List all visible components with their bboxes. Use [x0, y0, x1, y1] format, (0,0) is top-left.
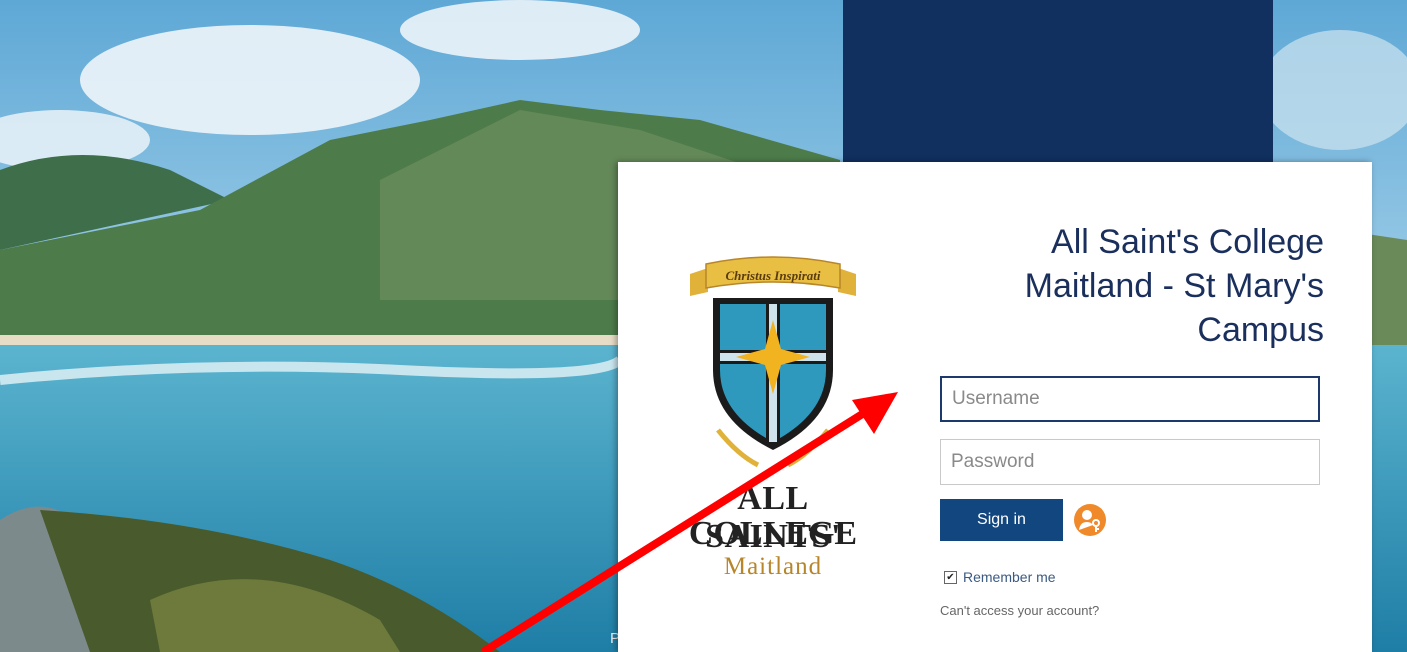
- college-logo: Christus Inspirati ALL SAINTS' COLLEGE M…: [678, 250, 868, 610]
- logo-line-2: COLLEGE: [688, 515, 858, 552]
- cant-access-link[interactable]: Can't access your account?: [940, 603, 1099, 618]
- password-input[interactable]: [940, 439, 1320, 485]
- username-input[interactable]: [940, 376, 1320, 422]
- logo-line-3: Maitland: [723, 553, 823, 580]
- college-title: All Saint's College Maitland - St Mary's…: [904, 220, 1324, 352]
- remember-me-label: Remember me: [963, 569, 1056, 585]
- crest-icon: Christus Inspirati: [690, 256, 856, 468]
- checkmark-icon[interactable]: ✔: [944, 570, 957, 584]
- title-line-2: Maitland - St Mary's: [1024, 267, 1324, 305]
- remember-me[interactable]: ✔ Remember me: [944, 569, 1056, 585]
- title-line-3: Campus: [1197, 311, 1324, 349]
- sign-in-button[interactable]: Sign in: [940, 499, 1063, 541]
- key-user-icon[interactable]: [1074, 504, 1106, 536]
- login-card: Christus Inspirati ALL SAINTS' COLLEGE M…: [618, 162, 1372, 652]
- navy-header-panel: [843, 0, 1273, 162]
- logo-motto-text: Christus Inspirati: [725, 268, 820, 283]
- title-line-1: All Saint's College: [1051, 223, 1324, 261]
